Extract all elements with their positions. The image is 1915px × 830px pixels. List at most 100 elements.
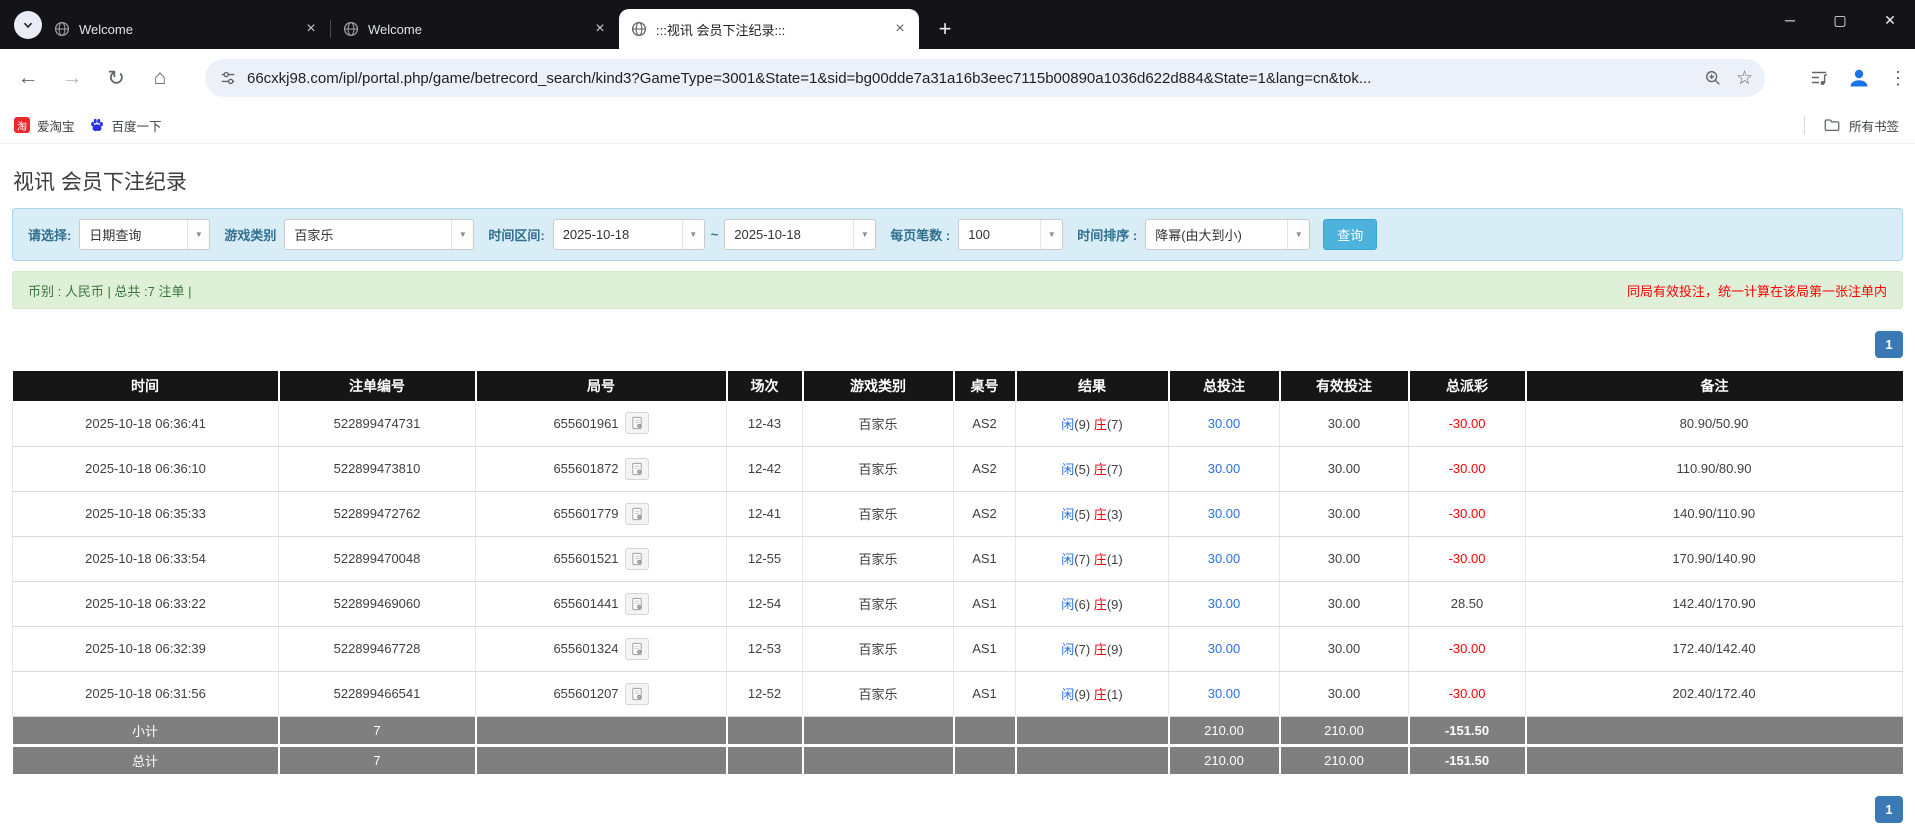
cell-round: 655601324 [476,626,727,671]
sort-select[interactable]: 降幂(由大到小) ▼ [1145,219,1310,250]
cell-game-type: 百家乐 [803,401,954,446]
total-bet-link[interactable]: 30.00 [1208,506,1241,521]
tab-betrecord-active[interactable]: :::视讯 会员下注纪录::: × [619,9,919,49]
cell-time: 2025-10-18 06:32:39 [13,626,279,671]
profile-avatar-icon[interactable] [1847,66,1871,90]
home-icon[interactable]: ⌂ [138,66,182,90]
subtotal-count: 7 [279,716,476,745]
cell-table-no: AS2 [954,446,1016,491]
cell-note: 202.40/172.40 [1526,671,1903,716]
page-size-select[interactable]: 100 ▼ [958,219,1063,250]
video-replay-icon[interactable] [625,683,649,705]
new-tab-button[interactable]: + [931,16,959,42]
pagination-page-1-bottom[interactable]: 1 [1875,796,1903,823]
chevron-down-icon: ▼ [1287,220,1309,249]
window-maximize-button[interactable]: ▢ [1815,0,1865,40]
cell-total-bet: 30.00 [1169,491,1280,536]
back-icon[interactable]: ← [6,66,50,90]
bookmark-baidu[interactable]: 百度一下 [89,116,162,135]
col-header-session: 场次 [727,371,803,401]
cell-valid-bet: 30.00 [1280,446,1409,491]
col-header-bet-id: 注单编号 [279,371,476,401]
cell-bet-id: 522899472762 [279,491,476,536]
query-type-select[interactable]: 日期查询 ▼ [79,219,210,250]
pagination-page-1-top[interactable]: 1 [1875,331,1903,358]
cell-round: 655601441 [476,581,727,626]
game-type-select[interactable]: 百家乐 ▼ [284,219,474,250]
tab-close-icon[interactable]: × [891,20,909,38]
cell-bet-id: 522899467728 [279,626,476,671]
video-replay-icon[interactable] [625,593,649,615]
video-replay-icon[interactable] [625,412,649,434]
total-bet-link[interactable]: 30.00 [1208,551,1241,566]
site-settings-icon[interactable] [219,69,237,87]
cell-result: 闲(7) 庄(1) [1016,536,1169,581]
zoom-page-icon[interactable] [1704,69,1722,87]
cell-game-type: 百家乐 [803,491,954,536]
tab-search-button[interactable] [14,11,42,39]
cell-time: 2025-10-18 06:33:22 [13,581,279,626]
chevron-down-icon: ▼ [682,220,704,249]
all-bookmarks[interactable]: 所有书签 [1804,116,1899,135]
game-type-label: 游戏类别 [224,225,276,244]
page-size-label: 每页笔数 : [890,225,950,244]
date-to-select[interactable]: 2025-10-18 ▼ [724,219,876,250]
cell-total-bet: 30.00 [1169,626,1280,671]
cell-note: 110.90/80.90 [1526,446,1903,491]
cell-payout: 28.50 [1409,581,1526,626]
cell-session: 12-41 [727,491,803,536]
total-count: 7 [279,745,476,774]
chevron-down-icon: ▼ [1040,220,1062,249]
cell-game-type: 百家乐 [803,536,954,581]
media-controls-icon[interactable] [1809,68,1829,88]
total-bet-link[interactable]: 30.00 [1208,641,1241,656]
reload-icon[interactable]: ↻ [94,66,138,91]
page-title: 视讯 会员下注纪录 [13,166,187,196]
total-bet-link[interactable]: 30.00 [1208,416,1241,431]
table-body: 2025-10-18 06:36:41522899474731655601961… [13,401,1903,716]
cell-table-no: AS1 [954,671,1016,716]
globe-icon [54,21,70,37]
url-text[interactable]: 66cxkj98.com/ipl/portal.php/game/betreco… [247,70,1690,87]
cell-round: 655601521 [476,536,727,581]
bookmark-star-icon[interactable]: ☆ [1736,67,1753,90]
window-minimize-button[interactable]: ─ [1765,0,1815,40]
bet-records-table: 时间 注单编号 局号 场次 游戏类别 桌号 结果 总投注 有效投注 总派彩 备注… [12,371,1903,774]
video-replay-icon[interactable] [625,548,649,570]
cell-note: 172.40/142.40 [1526,626,1903,671]
tab-close-icon[interactable]: × [302,20,320,38]
date-range-tilde: ~ [711,227,719,242]
cell-session: 12-42 [727,446,803,491]
video-replay-icon[interactable] [625,638,649,660]
round-id: 655601961 [553,416,618,431]
sort-label: 时间排序 : [1077,225,1137,244]
forward-icon[interactable]: → [50,66,94,90]
cell-time: 2025-10-18 06:36:41 [13,401,279,446]
total-bet-link[interactable]: 30.00 [1208,686,1241,701]
window-close-button[interactable]: ✕ [1865,0,1915,40]
address-bar[interactable]: 66cxkj98.com/ipl/portal.php/game/betreco… [205,59,1765,97]
cell-payout: -30.00 [1409,671,1526,716]
bookmarks-bar: 淘 爱淘宝 百度一下 所有书签 [0,107,1915,144]
menu-dots-icon[interactable]: ⋮ [1889,68,1907,89]
tab-welcome-1[interactable]: Welcome × [42,9,330,49]
col-header-round: 局号 [476,371,727,401]
date-from-select[interactable]: 2025-10-18 ▼ [553,219,705,250]
video-replay-icon[interactable] [625,458,649,480]
col-header-valid-bet: 有效投注 [1280,371,1409,401]
video-replay-icon[interactable] [625,503,649,525]
window-controls: ─ ▢ ✕ [1765,0,1915,40]
all-bookmarks-label: 所有书签 [1849,116,1899,135]
bookmark-aitaobao[interactable]: 淘 爱淘宝 [14,116,75,135]
cell-note: 170.90/140.90 [1526,536,1903,581]
cell-table-no: AS1 [954,536,1016,581]
table-row: 2025-10-18 06:31:56522899466541655601207… [13,671,1903,716]
tab-welcome-2[interactable]: Welcome × [331,9,619,49]
chevron-down-icon: ▼ [451,220,473,249]
tab-close-icon[interactable]: × [591,20,609,38]
total-bet-link[interactable]: 30.00 [1208,461,1241,476]
total-bet-link[interactable]: 30.00 [1208,596,1241,611]
cell-time: 2025-10-18 06:35:33 [13,491,279,536]
cell-table-no: AS1 [954,581,1016,626]
search-button[interactable]: 查询 [1323,219,1377,250]
